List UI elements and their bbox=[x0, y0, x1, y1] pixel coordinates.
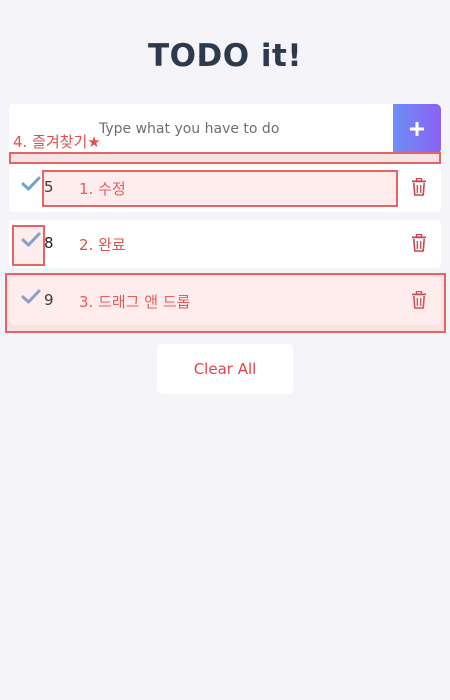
trash-icon[interactable] bbox=[411, 178, 427, 196]
app-title: TODO it! bbox=[148, 38, 302, 74]
annotation-favorites-box bbox=[9, 152, 441, 164]
add-todo-button[interactable] bbox=[393, 104, 441, 154]
todo-item-number: 8 bbox=[44, 234, 54, 252]
todo-item-text: 2. 완료 bbox=[79, 236, 126, 254]
annotation-drag-box bbox=[5, 273, 446, 333]
todo-item[interactable]: 8 2. 완료 bbox=[9, 220, 441, 268]
annotation-edit-box bbox=[42, 170, 398, 207]
annotation-favorites-label: 4. 즐겨찾기★ bbox=[13, 133, 101, 151]
check-icon[interactable] bbox=[21, 176, 41, 192]
trash-icon[interactable] bbox=[411, 234, 427, 252]
annotation-complete-box bbox=[12, 225, 45, 266]
plus-icon bbox=[410, 122, 424, 136]
todo-input[interactable] bbox=[99, 117, 389, 141]
clear-all-button[interactable]: Clear All bbox=[157, 344, 293, 394]
